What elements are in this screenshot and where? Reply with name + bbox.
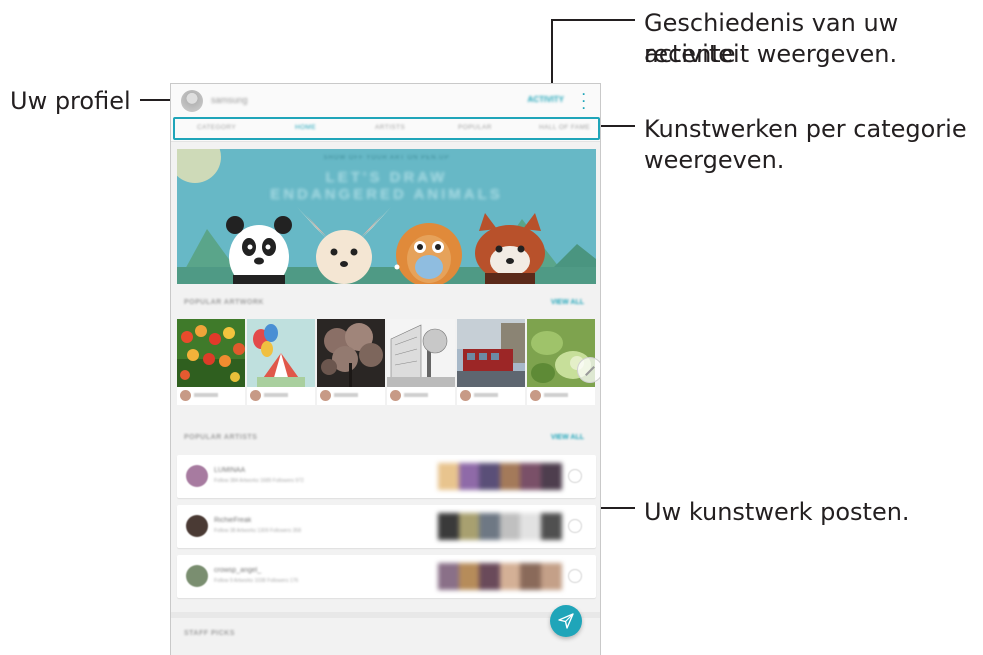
artist-name: crowsp_angel_: [214, 567, 262, 574]
artwork-blossom-image: [317, 319, 385, 387]
activity-button[interactable]: ACTIVITY: [528, 95, 564, 104]
top-bar: samsung ACTIVITY · · ·: [171, 84, 600, 118]
tabs-highlight-frame: [173, 117, 600, 140]
artist-stats: Follow 384 Artworks 1689 Followers 972: [214, 478, 304, 484]
artwork-next-arrow-icon[interactable]: [577, 357, 600, 383]
artist-name: LUMINAA: [214, 467, 246, 474]
profile-avatar[interactable]: [181, 90, 203, 112]
artist-avatar: [186, 515, 208, 537]
follow-icon[interactable]: [568, 469, 582, 483]
artist-stats: Follow 9 Artworks 1038 Followers 176: [214, 578, 299, 584]
banner-subtitle: SHOW OFF YOUR ART ON PEN.UP: [323, 155, 450, 161]
account-name[interactable]: samsung: [211, 95, 248, 105]
view-all-artwork-link[interactable]: VIEW ALL: [551, 299, 584, 306]
callout-profile: Uw profiel: [10, 87, 131, 115]
artist-stats: Follow 38 Artworks 1309 Followers 358: [214, 528, 301, 534]
promo-banner[interactable]: SHOW OFF YOUR ART ON PEN.UP LET'S DRAW E…: [177, 149, 596, 284]
popular-artists-heading: POPULAR ARTISTS: [184, 434, 258, 441]
artist-row[interactable]: RichieFreak Follow 38 Artworks 1309 Foll…: [177, 505, 596, 548]
artwork-tram-image: [457, 319, 525, 387]
app-screen: samsung ACTIVITY · · · CATEGORY HOME ARTIS…: [170, 83, 601, 655]
artist-artwork-thumbnails: [438, 463, 562, 490]
artist-artwork-thumbnails: [438, 563, 562, 590]
artwork-sketch-image: [387, 319, 455, 387]
artist-artwork-thumbnails: [438, 513, 562, 540]
callout-category-1: Kunstwerken per categorie: [644, 115, 967, 143]
artwork-author: [530, 390, 590, 402]
artwork-balloons-image: [247, 319, 315, 387]
callout-category-line: [598, 125, 635, 127]
callout-post: Uw kunstwerk posten.: [644, 498, 910, 526]
popular-artwork-heading: POPULAR ARTWORK: [184, 299, 264, 306]
send-icon: [558, 613, 574, 629]
callout-history-line-h: [551, 19, 635, 21]
artwork-card-street-sketch[interactable]: [387, 319, 455, 405]
callout-history-2: activiteit weergeven.: [644, 40, 898, 68]
artwork-author: [180, 390, 240, 402]
artist-row[interactable]: crowsp_angel_ Follow 9 Artworks 1038 Fol…: [177, 555, 596, 598]
artwork-card-balloons[interactable]: [247, 319, 315, 405]
view-all-artists-link[interactable]: VIEW ALL: [551, 434, 584, 441]
follow-icon[interactable]: [568, 569, 582, 583]
artist-name: RichieFreak: [214, 517, 252, 524]
artwork-card-blossom[interactable]: [317, 319, 385, 405]
post-artwork-button[interactable]: [550, 605, 582, 637]
follow-icon[interactable]: [568, 519, 582, 533]
artwork-author: [320, 390, 380, 402]
staff-picks-divider: [171, 612, 600, 618]
artist-avatar: [186, 465, 208, 487]
artwork-card-red-tram[interactable]: [457, 319, 525, 405]
staff-picks-heading: STAFF PICKS: [184, 630, 235, 637]
artwork-author: [250, 390, 310, 402]
artwork-author: [390, 390, 450, 402]
more-options-icon[interactable]: · · ·: [581, 88, 587, 114]
artist-row[interactable]: LUMINAA Follow 384 Artworks 1689 Followe…: [177, 455, 596, 498]
callout-category-2: weergeven.: [644, 146, 785, 174]
artist-avatar: [186, 565, 208, 587]
artwork-tulips-image: [177, 319, 245, 387]
banner-title: LET'S DRAW ENDANGERED ANIMALS: [270, 169, 503, 203]
artwork-author: [460, 390, 520, 402]
artwork-card-tulips[interactable]: [177, 319, 245, 405]
